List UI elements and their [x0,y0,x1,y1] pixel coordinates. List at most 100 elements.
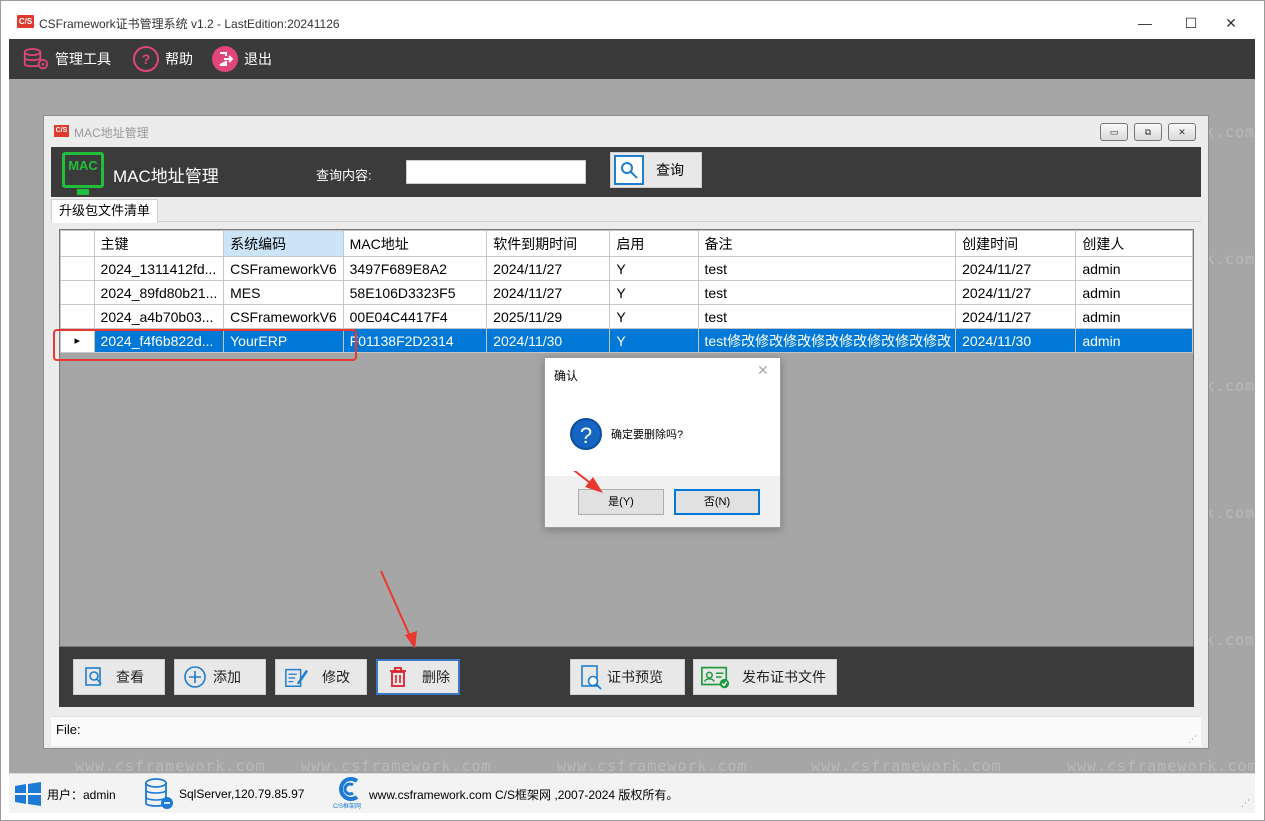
publish-certificate-button[interactable]: 发布证书文件 [693,659,837,695]
dialog-message: 确定要删除吗? [611,429,684,441]
resize-grip-icon[interactable]: ⋰ [1188,734,1197,745]
cell-key[interactable]: 2024_1311412fd... [93,256,225,281]
tab-strip: 升级包文件清单 [51,197,1201,223]
publish-certificate-label: 发布证书文件 [742,669,826,685]
row-header[interactable] [60,304,95,329]
cell-expire[interactable]: 2024/11/30 [486,328,611,353]
watermark: www.csframework.com [301,757,492,773]
watermark: www.csframework.com [557,757,748,773]
cell-remark[interactable]: test修改修改修改修改修改修改修改修改 [697,328,957,353]
logo-caption: C/S框架网 [333,804,362,810]
cell-remark[interactable]: test [697,256,957,281]
annotation-highlight-box [53,329,357,361]
cell-remark[interactable]: test [697,304,957,329]
dialog-title: 确认 [554,369,579,383]
search-header: MAC MAC地址管理 查询内容: 查询 [51,147,1201,197]
cell-creator[interactable]: admin [1075,304,1193,329]
watermark: k.com [1205,250,1255,268]
cell-expire[interactable]: 2024/11/27 [486,280,611,305]
column-header[interactable]: MAC地址 [342,230,488,257]
certificate-preview-label: 证书预览 [607,669,663,685]
child-restore-button[interactable]: ⧉ [1134,123,1162,141]
view-icon [82,665,106,689]
dialog-body [545,358,780,476]
cell-key[interactable]: 2024_89fd80b21... [93,280,225,305]
cell-key[interactable]: 2024_a4b70b03... [93,304,225,329]
cell-expire[interactable]: 2025/11/29 [486,304,611,329]
cell-enabled[interactable]: Y [609,328,699,353]
menu-help-label: 帮助 [165,51,193,67]
cell-created[interactable]: 2024/11/27 [955,304,1077,329]
minimize-button[interactable]: — [1122,11,1168,35]
no-button[interactable]: 否(N) [674,489,760,515]
column-header[interactable]: 创建人 [1075,230,1193,257]
column-header[interactable]: 主键 [93,230,225,257]
query-button-label: 查询 [656,162,684,178]
cell-enabled[interactable]: Y [609,280,699,305]
cell-creator[interactable]: admin [1075,280,1193,305]
row-header[interactable] [60,280,95,305]
cell-system-code[interactable]: CSFrameworkV6 [223,304,344,329]
title-bar: C/S CSFramework证书管理系统 v1.2 - LastEdition… [9,7,1257,39]
status-user: 用户：admin [13,774,116,814]
column-header[interactable]: 系统编码 [223,230,344,257]
close-button[interactable]: ✕ [1208,11,1254,35]
column-header[interactable]: 备注 [697,230,957,257]
watermark: k.com [1205,631,1255,649]
edit-button[interactable]: 修改 [275,659,367,695]
cell-mac[interactable]: F01138F2D2314 [342,328,488,353]
add-button[interactable]: 添加 [174,659,266,695]
column-header[interactable]: 创建时间 [955,230,1077,257]
view-button[interactable]: 查看 [73,659,165,695]
database-gear-icon [23,46,49,72]
menu-help[interactable]: ? 帮助 [133,39,193,79]
row-header-corner [60,230,95,257]
cell-mac[interactable]: 58E106D3323F5 [342,280,488,305]
cell-system-code[interactable]: CSFrameworkV6 [223,256,344,281]
column-header[interactable]: 启用 [609,230,699,257]
add-button-label: 添加 [213,669,241,685]
cell-creator[interactable]: admin [1075,256,1193,281]
child-minimize-button[interactable]: ▭ [1100,123,1128,141]
cell-expire[interactable]: 2024/11/27 [486,256,611,281]
menu-admin-tools-label: 管理工具 [55,51,111,67]
query-label: 查询内容: [316,168,372,183]
query-button[interactable]: 查询 [610,152,702,188]
dialog-close-button[interactable]: ✕ [757,362,769,379]
menu-admin-tools[interactable]: 管理工具 [23,39,111,79]
cell-remark[interactable]: test [697,280,957,305]
window-title: CSFramework证书管理系统 v1.2 - LastEdition:202… [39,17,340,31]
edit-icon [284,665,308,689]
table-row[interactable]: 2024_89fd80b21... MES 58E106D3323F5 2024… [60,280,1193,305]
cell-mac[interactable]: 00E04C4417F4 [342,304,488,329]
cell-creator[interactable]: admin [1075,328,1193,353]
cell-created[interactable]: 2024/11/27 [955,256,1077,281]
app-window: C/S CSFramework证书管理系统 v1.2 - LastEdition… [0,0,1265,821]
cell-created[interactable]: 2024/11/30 [955,328,1077,353]
cell-enabled[interactable]: Y [609,256,699,281]
table-row[interactable]: 2024_a4b70b03... CSFrameworkV6 00E04C441… [60,304,1193,329]
cell-created[interactable]: 2024/11/27 [955,280,1077,305]
tab-upgrade-files[interactable]: 升级包文件清单 [51,199,159,223]
annotation-arrows-icon [380,471,603,649]
cell-enabled[interactable]: Y [609,304,699,329]
table-row[interactable]: 2024_1311412fd... CSFrameworkV6 3497F689… [60,256,1193,281]
watermark: k.com [1205,377,1255,395]
menu-exit[interactable]: 退出 [212,39,272,79]
database-link-icon [143,777,175,811]
child-logo: C/S [54,125,69,137]
watermark: www.csframework.com [1067,757,1255,773]
column-header[interactable]: 软件到期时间 [486,230,611,257]
delete-button-label: 删除 [422,669,450,685]
status-resize-grip-icon[interactable]: ⋰ [1241,798,1250,809]
child-close-button[interactable]: ✕ [1168,123,1196,141]
query-input[interactable] [406,160,586,184]
certificate-preview-button[interactable]: 证书预览 [570,659,685,695]
delete-button[interactable]: 删除 [376,659,460,695]
cell-mac[interactable]: 3497F689E8A2 [342,256,488,281]
row-header[interactable] [60,256,95,281]
certificate-preview-icon [579,665,603,690]
cell-system-code[interactable]: MES [223,280,344,305]
menu-exit-label: 退出 [244,51,272,67]
child-window-title: MAC地址管理 [74,126,149,140]
